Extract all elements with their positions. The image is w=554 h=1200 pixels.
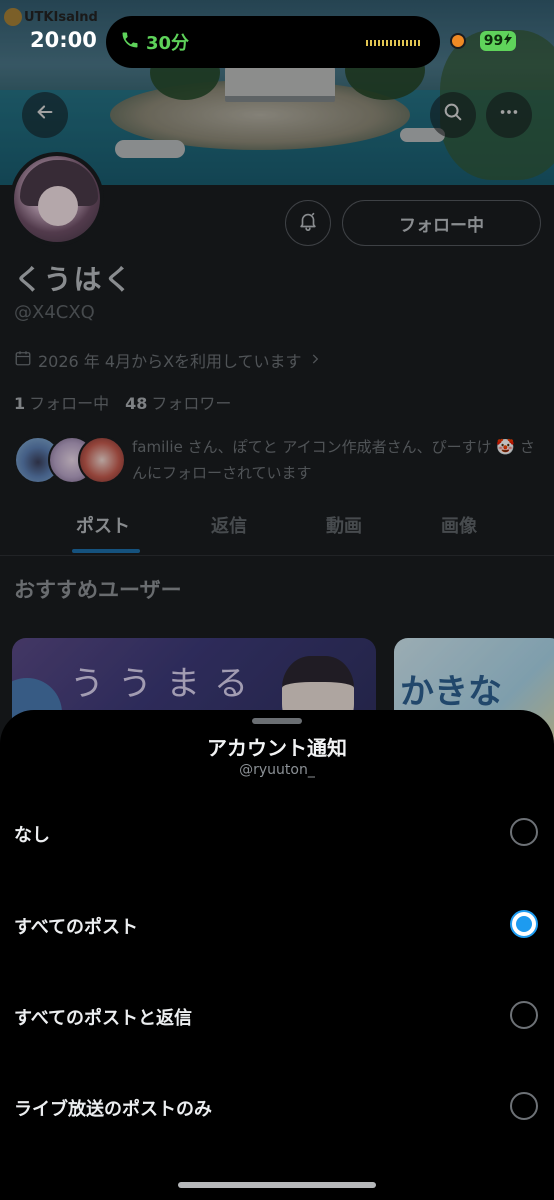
dynamic-island[interactable]: 30分 — [106, 16, 440, 68]
option-label: すべてのポストと返信 — [14, 1008, 193, 1029]
call-indicator: 30分 — [120, 29, 189, 55]
option-all-posts[interactable]: すべてのポスト — [0, 896, 554, 956]
option-none[interactable]: なし — [0, 804, 554, 864]
sheet-title: アカウント通知 — [207, 736, 347, 760]
option-live-only[interactable]: ライブ放送のポストのみ — [0, 1078, 554, 1138]
account-notification-sheet: アカウント通知 @ryuuton_ なし すべてのポスト すべてのポストと返信 … — [0, 710, 554, 1200]
sheet-subtitle: @ryuuton_ — [239, 762, 315, 778]
option-label: なし — [14, 825, 50, 846]
home-indicator[interactable] — [178, 1182, 376, 1188]
call-duration: 30分 — [146, 33, 190, 54]
status-time: 20:00 — [30, 28, 97, 52]
radio-button[interactable] — [510, 1001, 538, 1029]
battery-indicator: 99 — [480, 31, 516, 51]
phone-icon — [120, 30, 140, 55]
charging-bolt-icon — [504, 33, 513, 49]
option-label: ライブ放送のポストのみ — [14, 1099, 212, 1120]
option-posts-and-replies[interactable]: すべてのポストと返信 — [0, 987, 554, 1047]
sheet-grabber[interactable] — [252, 718, 302, 724]
battery-level: 99 — [483, 33, 504, 49]
radio-button[interactable] — [510, 1092, 538, 1120]
radio-button[interactable] — [510, 818, 538, 846]
radio-button-selected[interactable] — [510, 910, 538, 938]
option-label: すべてのポスト — [14, 917, 139, 938]
audio-waveform — [366, 40, 422, 46]
microphone-indicator-dot — [452, 35, 464, 47]
